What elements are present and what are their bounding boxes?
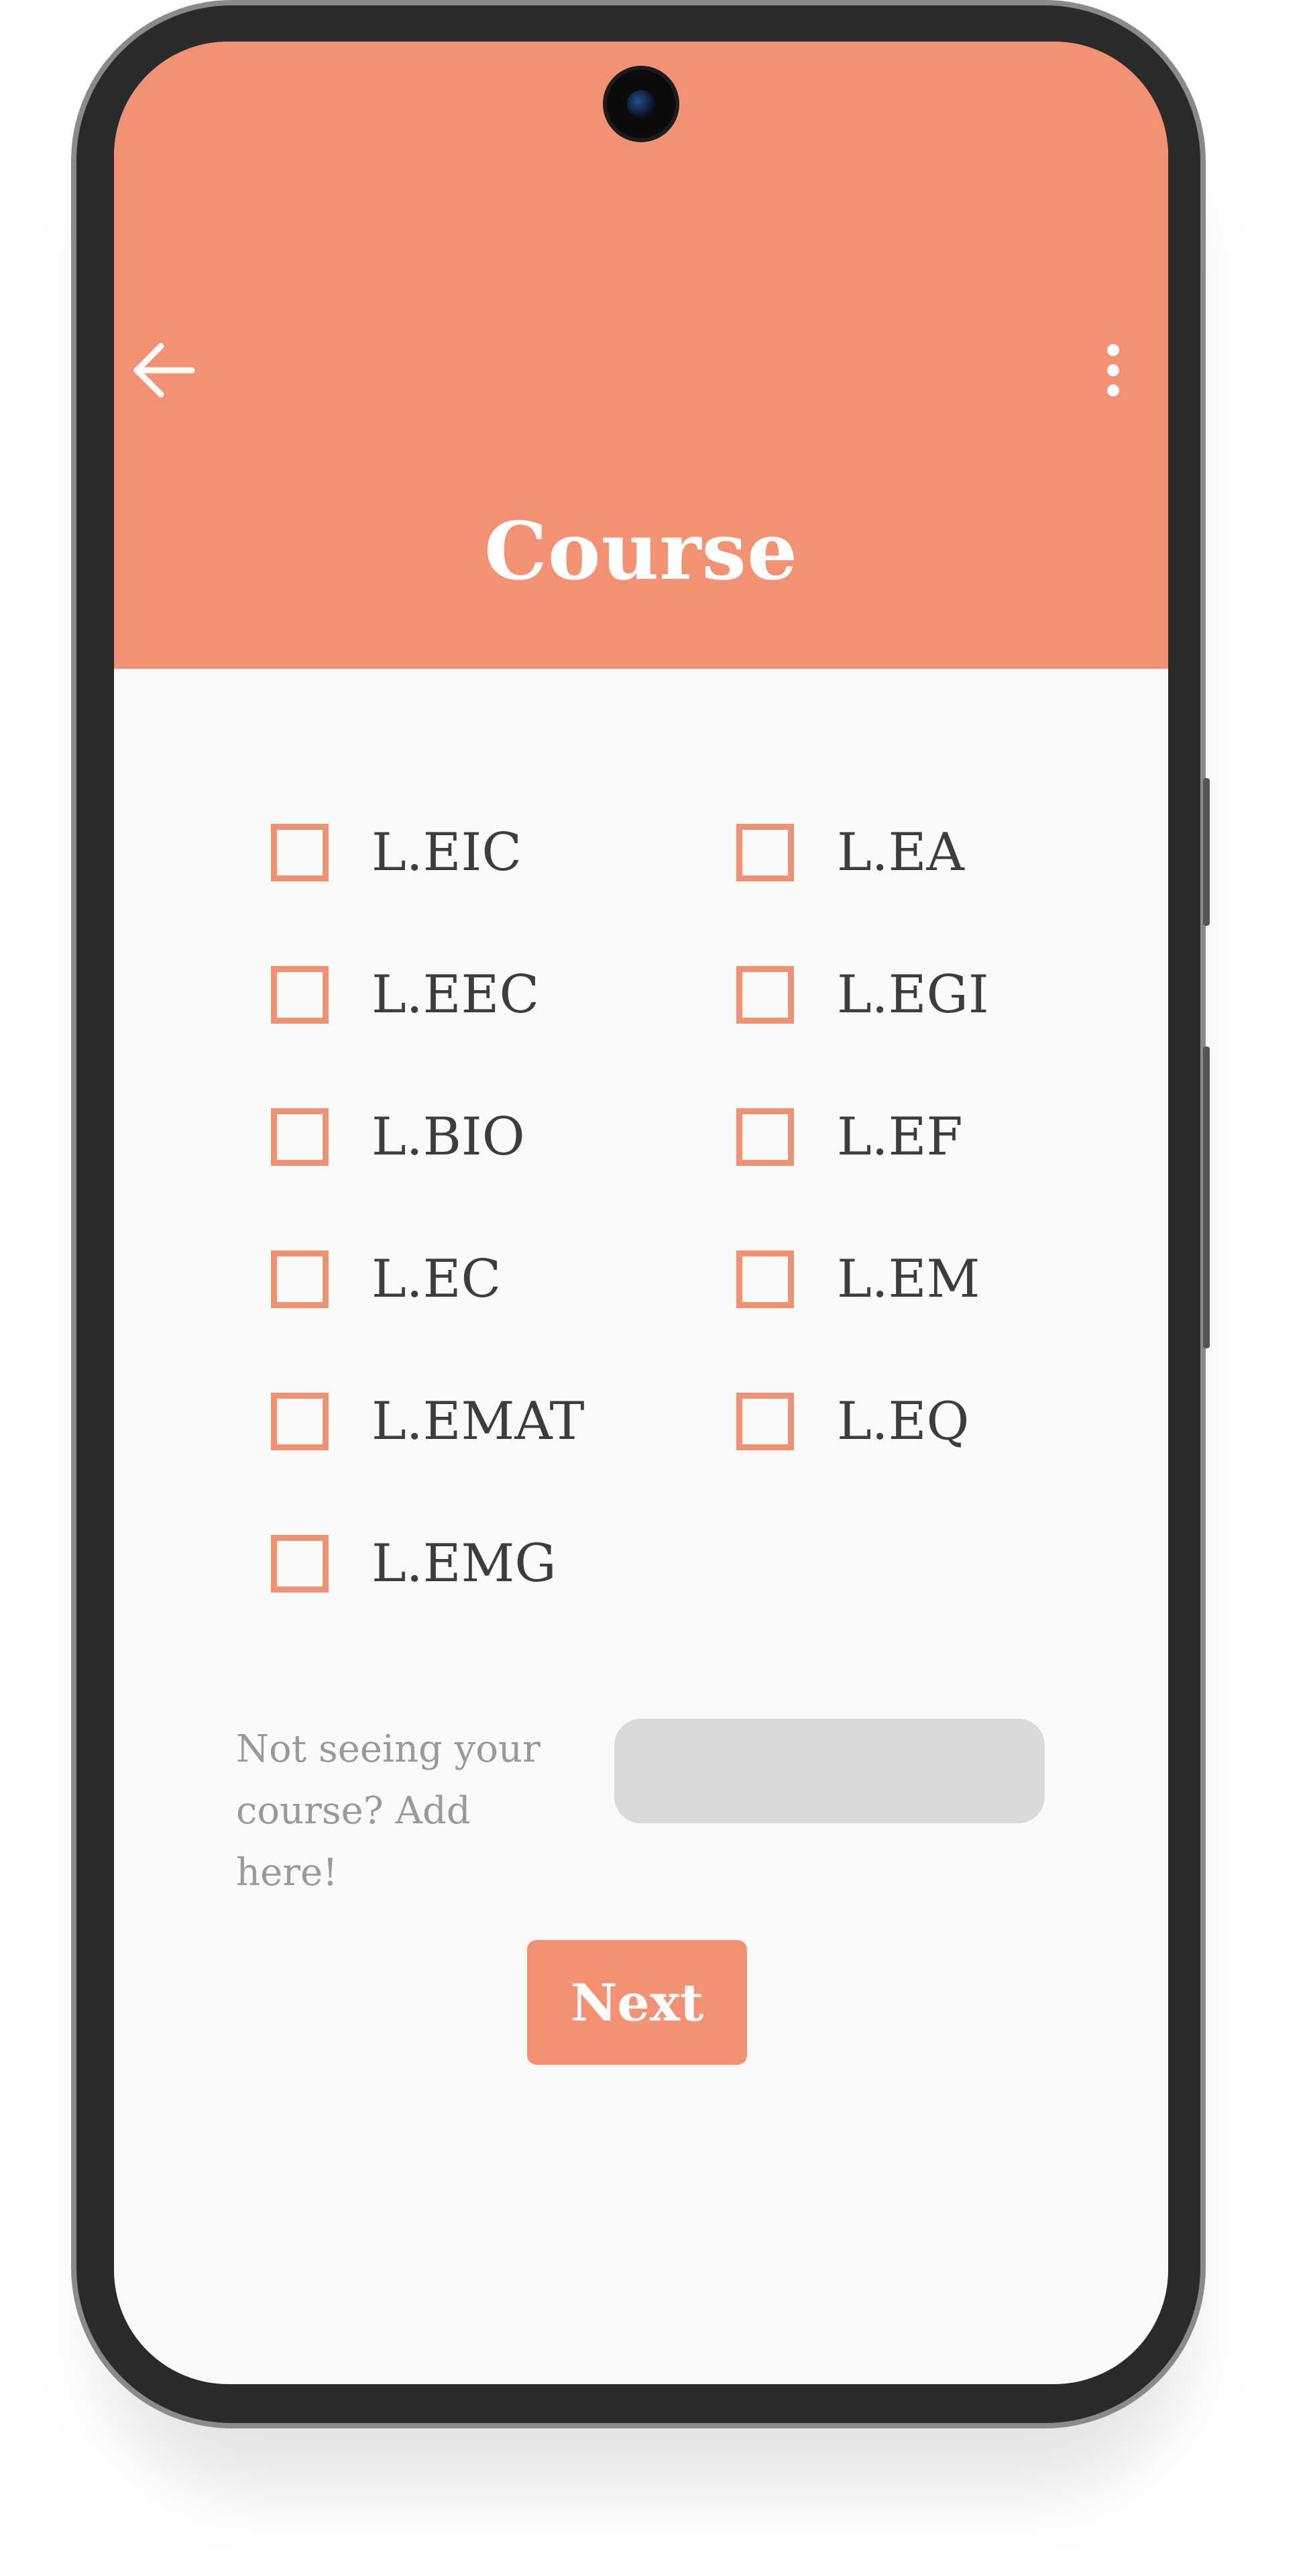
add-course-hint-line: course? Add here!	[236, 1789, 471, 1894]
checkbox[interactable]	[271, 1535, 329, 1593]
add-course-input[interactable]	[614, 1719, 1045, 1823]
course-option[interactable]: L.EMG	[271, 1527, 557, 1601]
course-label: L.EMAT	[372, 1391, 585, 1452]
checkbox[interactable]	[271, 1393, 329, 1450]
app-screen: Course L.EIC L.EA L.EEC L.EGI L.BIO L.EF	[114, 42, 1168, 2384]
course-label: L.EC	[372, 1249, 502, 1309]
course-label: L.EQ	[837, 1391, 970, 1452]
front-camera	[607, 70, 675, 138]
course-label: L.EA	[837, 822, 964, 883]
course-option[interactable]: L.EQ	[736, 1385, 969, 1458]
course-label: L.EGI	[837, 965, 989, 1025]
checkbox[interactable]	[736, 1108, 794, 1166]
checkbox[interactable]	[271, 824, 329, 881]
checkbox[interactable]	[736, 966, 794, 1024]
checkbox[interactable]	[736, 1250, 794, 1308]
course-option[interactable]: L.EF	[736, 1100, 963, 1174]
course-option[interactable]: L.EGI	[736, 958, 989, 1032]
add-course-hint: Not seeing your course? Add here!	[236, 1719, 551, 1904]
checkbox[interactable]	[271, 1250, 329, 1308]
course-option[interactable]: L.BIO	[271, 1100, 525, 1174]
checkbox[interactable]	[271, 966, 329, 1024]
course-option[interactable]: L.EMAT	[271, 1385, 584, 1458]
course-label: L.BIO	[372, 1107, 525, 1167]
add-course-hint-line: Not seeing your	[236, 1727, 540, 1771]
course-label: L.EM	[837, 1249, 980, 1309]
course-option[interactable]: L.EA	[736, 816, 964, 890]
course-grid: L.EIC L.EA L.EEC L.EGI L.BIO L.EF L.EC L…	[114, 42, 1168, 1719]
checkbox[interactable]	[736, 824, 794, 881]
course-option[interactable]: L.EIC	[271, 816, 522, 890]
checkbox[interactable]	[736, 1393, 794, 1450]
side-button-power	[1203, 778, 1210, 926]
next-button[interactable]: Next	[527, 1940, 747, 2065]
course-label: L.EIC	[372, 822, 522, 883]
course-option[interactable]: L.EC	[271, 1242, 501, 1316]
side-button-volume	[1203, 1046, 1210, 1348]
course-option[interactable]: L.EEC	[271, 958, 539, 1032]
course-option[interactable]: L.EM	[736, 1242, 980, 1316]
course-label: L.EF	[837, 1107, 963, 1167]
checkbox[interactable]	[271, 1108, 329, 1166]
course-label: L.EMG	[372, 1534, 557, 1594]
course-label: L.EEC	[372, 965, 540, 1025]
